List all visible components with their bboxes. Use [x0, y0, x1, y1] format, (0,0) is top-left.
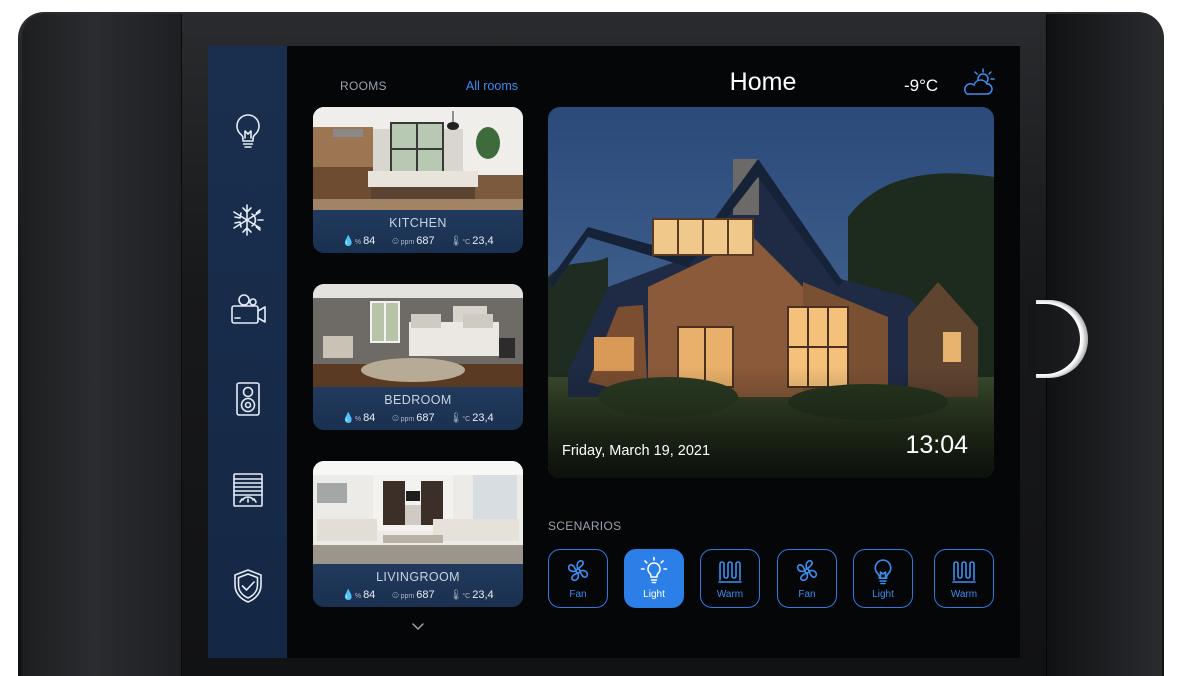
room-info: BEDROOM 💧% 84 ☺ppm 687 🌡°C 23,4	[313, 387, 523, 430]
bedroom-photo	[313, 284, 523, 387]
sidebar	[208, 46, 287, 658]
scenario-label: Fan	[569, 589, 587, 600]
camera-icon	[231, 294, 266, 324]
humidity-value: 84	[363, 235, 376, 247]
fan-icon	[567, 560, 589, 582]
rooms-header: ROOMS All rooms	[340, 79, 518, 95]
humidity-icon: 💧	[342, 590, 355, 601]
temp-unit: °C	[462, 416, 471, 423]
air-value: 687	[416, 412, 435, 424]
room-name: KITCHEN	[389, 216, 447, 230]
temp-unit: °C	[462, 239, 471, 246]
sidebar-item-lighting[interactable]	[220, 102, 276, 158]
air-unit: ppm	[400, 239, 415, 246]
room-name: BEDROOM	[384, 393, 452, 407]
temp-value: 23,4	[472, 235, 494, 247]
sidebar-item-security[interactable]	[220, 558, 276, 614]
kitchen-photo	[313, 107, 523, 210]
rooms-section-label: ROOMS	[340, 79, 387, 93]
sidebar-item-cameras[interactable]	[220, 282, 276, 338]
room-stats: 💧% 84 ☺ppm 687 🌡°C 23,4	[313, 412, 523, 424]
home-hero-card[interactable]: Friday, March 19, 2021 13:04	[548, 107, 994, 478]
humidity-icon: 💧	[342, 413, 355, 424]
scenario-label: Warm	[950, 589, 978, 600]
light-icon	[640, 556, 668, 584]
shield-icon	[234, 569, 262, 603]
blinds-icon	[233, 473, 263, 507]
room-info: LIVINGROOM 💧% 84 ☺ppm 687 🌡°C 23,4	[313, 564, 523, 607]
humidity-unit: %	[354, 593, 362, 600]
light-icon	[874, 559, 892, 585]
fan-icon	[796, 560, 818, 582]
partly-cloudy-sun-icon	[964, 68, 995, 95]
air-quality-icon: ☺	[390, 236, 401, 247]
house-photo	[548, 107, 994, 478]
thermometer-icon: 🌡	[449, 413, 463, 424]
scenario-light-button[interactable]: Light	[853, 549, 913, 608]
scenarios-section-label: SCENARIOS	[548, 519, 622, 533]
room-card-kitchen[interactable]: KITCHEN 💧% 84 ☺ppm 687 🌡°C 23,4	[313, 107, 523, 253]
scenario-fan-button[interactable]: Fan	[548, 549, 608, 608]
temp-unit: °C	[462, 593, 471, 600]
chevron-down-icon[interactable]	[411, 622, 425, 632]
thermometer-icon: 🌡	[449, 590, 463, 601]
air-quality-icon: ☺	[390, 413, 401, 424]
scenario-warm-button[interactable]: Warm	[934, 549, 994, 608]
all-rooms-link[interactable]: All rooms	[466, 79, 518, 93]
climate-icon	[233, 204, 264, 236]
outdoor-temperature: -9°C	[904, 76, 939, 95]
room-stats: 💧% 84 ☺ppm 687 🌡°C 23,4	[313, 235, 523, 247]
room-card-bedroom[interactable]: BEDROOM 💧% 84 ☺ppm 687 🌡°C 23,4	[313, 284, 523, 430]
room-card-livingroom[interactable]: LIVINGROOM 💧% 84 ☺ppm 687 🌡°C 23,4	[313, 461, 523, 607]
scenario-label: Light	[872, 589, 894, 600]
temp-value: 23,4	[472, 589, 494, 601]
page-title: Home	[729, 68, 797, 96]
current-date: Friday, March 19, 2021	[562, 443, 711, 459]
room-name: LIVINGROOM	[376, 570, 460, 584]
heater-icon	[718, 561, 742, 583]
air-value: 687	[416, 589, 435, 601]
air-unit: ppm	[400, 593, 415, 600]
weather-widget: -9°C	[904, 68, 1000, 100]
sidebar-item-climate[interactable]	[220, 192, 276, 248]
humidity-value: 84	[363, 412, 376, 424]
tablet-frame-left	[22, 14, 182, 676]
scenario-label: Fan	[798, 589, 816, 600]
scenario-light-button[interactable]: Light	[624, 549, 684, 608]
room-info: KITCHEN 💧% 84 ☺ppm 687 🌡°C 23,4	[313, 210, 523, 253]
screen: ROOMS All rooms KITCHEN 💧% 84 ☺ppm 687 🌡…	[208, 46, 1020, 658]
humidity-icon: 💧	[342, 236, 355, 247]
room-stats: 💧% 84 ☺ppm 687 🌡°C 23,4	[313, 589, 523, 601]
scenario-fan-button[interactable]: Fan	[777, 549, 837, 608]
humidity-value: 84	[363, 589, 376, 601]
sidebar-item-audio[interactable]	[220, 371, 276, 427]
air-unit: ppm	[400, 416, 415, 423]
speaker-icon	[236, 382, 260, 416]
scenario-label: Light	[643, 589, 665, 600]
air-quality-icon: ☺	[390, 590, 401, 601]
current-time: 13:04	[905, 431, 968, 459]
humidity-unit: %	[354, 416, 362, 423]
sidebar-item-blinds[interactable]	[220, 462, 276, 518]
temp-value: 23,4	[472, 412, 494, 424]
livingroom-photo	[313, 461, 523, 564]
thermometer-icon: 🌡	[449, 236, 463, 247]
scenario-warm-button[interactable]: Warm	[700, 549, 760, 608]
lightbulb-icon	[236, 114, 260, 148]
air-value: 687	[416, 235, 435, 247]
heater-icon	[952, 561, 976, 583]
humidity-unit: %	[354, 239, 362, 246]
scenario-label: Warm	[716, 589, 744, 600]
